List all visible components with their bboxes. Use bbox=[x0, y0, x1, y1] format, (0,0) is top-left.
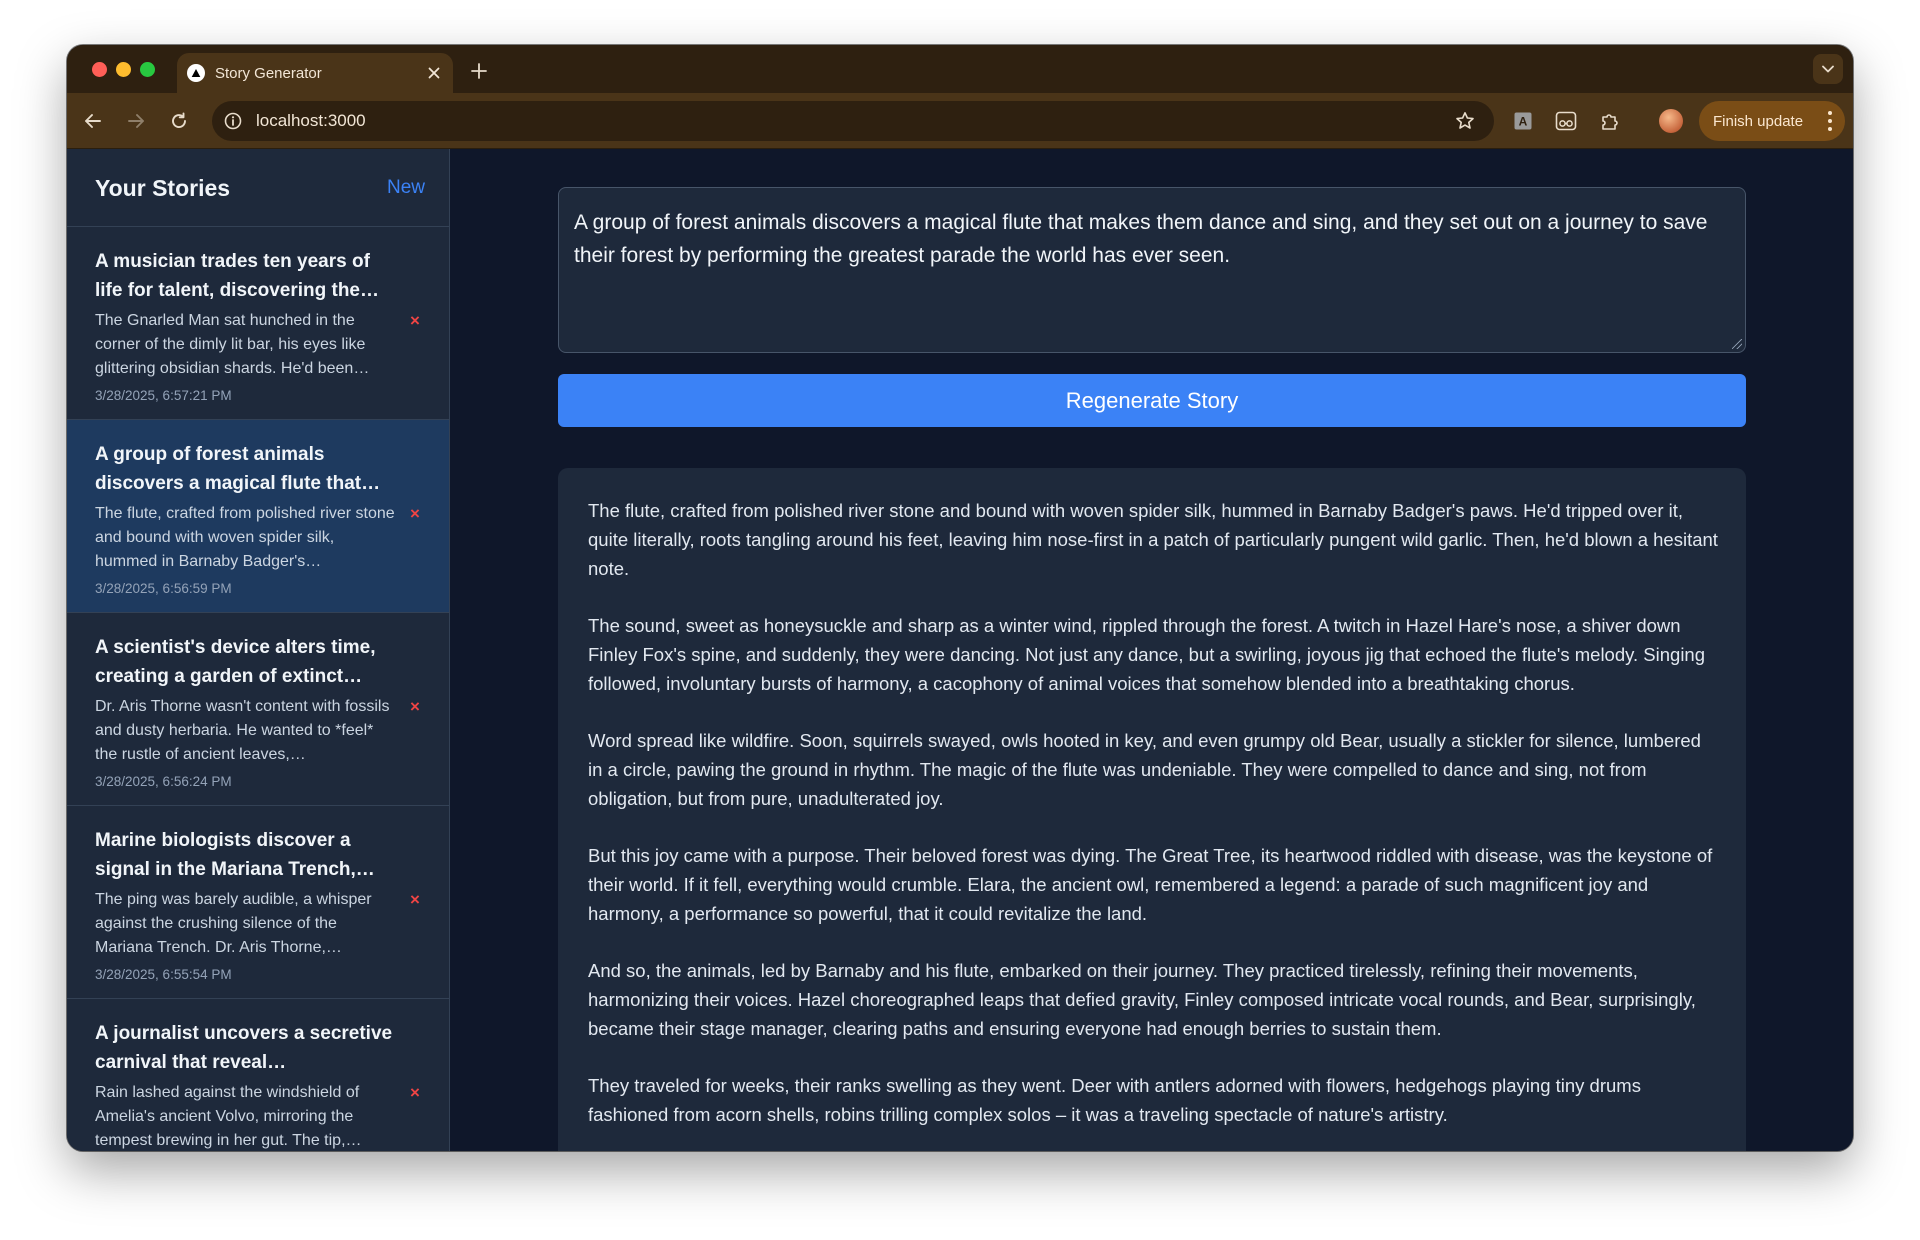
story-list-item[interactable]: A musician trades ten years of life for … bbox=[67, 227, 449, 420]
reload-icon[interactable] bbox=[165, 107, 193, 135]
story-title: A scientist's device alters time, creati… bbox=[95, 637, 376, 687]
sidebar-header: Your Stories New bbox=[67, 149, 449, 227]
tab-title: Story Generator bbox=[215, 64, 322, 82]
minimize-window-button[interactable] bbox=[116, 62, 131, 77]
star-icon[interactable] bbox=[1450, 106, 1480, 136]
new-story-button[interactable]: New bbox=[387, 177, 425, 199]
close-window-button[interactable] bbox=[92, 62, 107, 77]
app-content: Your Stories New A musician trades ten y… bbox=[67, 149, 1853, 1151]
title-bar: Story Generator bbox=[67, 45, 1853, 93]
story-excerpt: The ping was barely audible, a whisper a… bbox=[95, 891, 372, 956]
url-text[interactable]: localhost:3000 bbox=[256, 111, 1450, 131]
info-icon[interactable] bbox=[222, 110, 244, 132]
story-excerpt: Rain lashed against the windshield of Am… bbox=[95, 1084, 362, 1149]
story-paragraph: And so, the animals, led by Barnaby and … bbox=[588, 960, 1696, 1039]
main-panel: A group of forest animals discovers a ma… bbox=[451, 149, 1853, 1151]
delete-story-icon[interactable]: × bbox=[405, 504, 425, 524]
story-paragraph: Word spread like wildfire. Soon, squirre… bbox=[588, 730, 1701, 809]
story-title: A journalist uncovers a secretive carniv… bbox=[95, 1023, 393, 1073]
delete-story-icon[interactable]: × bbox=[405, 890, 425, 910]
story-date: 3/28/2025, 6:56:59 PM bbox=[95, 581, 232, 596]
profile-avatar[interactable] bbox=[1659, 109, 1683, 133]
prompt-textarea[interactable]: A group of forest animals discovers a ma… bbox=[558, 187, 1746, 353]
story-date: 3/28/2025, 6:56:24 PM bbox=[95, 774, 232, 789]
prompt-text: A group of forest animals discovers a ma… bbox=[574, 211, 1708, 267]
reader-icon[interactable] bbox=[1552, 107, 1580, 135]
finish-update-button[interactable]: Finish update bbox=[1699, 101, 1845, 141]
story-paragraph: The flute, crafted from polished river s… bbox=[588, 500, 1718, 579]
story-date: 3/28/2025, 6:55:54 PM bbox=[95, 967, 232, 982]
maximize-window-button[interactable] bbox=[140, 62, 155, 77]
story-paragraph: The sound, sweet as honeysuckle and shar… bbox=[588, 615, 1706, 694]
puzzle-icon[interactable] bbox=[1596, 107, 1624, 135]
more-vertical-icon bbox=[1827, 111, 1833, 131]
delete-story-icon[interactable]: × bbox=[405, 311, 425, 331]
new-tab-button[interactable] bbox=[465, 57, 493, 85]
browser-toolbar: localhost:3000 A Finish update bbox=[67, 93, 1853, 149]
triangle-icon bbox=[187, 64, 205, 82]
story-date: 3/28/2025, 6:57:21 PM bbox=[95, 388, 232, 403]
story-excerpt: Dr. Aris Thorne wasn't content with foss… bbox=[95, 698, 390, 763]
story-title: A musician trades ten years of life for … bbox=[95, 251, 379, 301]
translate-icon[interactable]: A bbox=[1509, 107, 1537, 135]
sidebar-title: Your Stories bbox=[95, 175, 231, 201]
regenerate-story-button[interactable]: Regenerate Story bbox=[558, 374, 1746, 427]
story-list-item[interactable]: A scientist's device alters time, creati… bbox=[67, 613, 449, 806]
arrow-left-icon[interactable] bbox=[79, 107, 107, 135]
story-excerpt: The Gnarled Man sat hunched in the corne… bbox=[95, 312, 370, 377]
delete-story-icon[interactable]: × bbox=[405, 697, 425, 717]
story-paragraph: But this joy came with a purpose. Their … bbox=[588, 845, 1713, 924]
browser-window: Story Generator localhost:3000 A Finish … bbox=[67, 45, 1853, 1151]
finish-update-label: Finish update bbox=[1713, 112, 1804, 130]
resize-handle[interactable] bbox=[1732, 339, 1742, 349]
story-title: Marine biologists discover a signal in t… bbox=[95, 830, 375, 880]
stories-sidebar: Your Stories New A musician trades ten y… bbox=[67, 149, 450, 1151]
browser-tab[interactable]: Story Generator bbox=[177, 53, 453, 93]
story-title: A group of forest animals discovers a ma… bbox=[95, 444, 381, 494]
story-excerpt: The flute, crafted from polished river s… bbox=[95, 505, 395, 570]
story-output: The flute, crafted from polished river s… bbox=[558, 468, 1746, 1151]
story-list-item[interactable]: A journalist uncovers a secretive carniv… bbox=[67, 999, 449, 1151]
address-bar[interactable]: localhost:3000 bbox=[212, 101, 1494, 141]
svg-text:A: A bbox=[1519, 115, 1528, 129]
story-list-item-active[interactable]: A group of forest animals discovers a ma… bbox=[67, 420, 449, 613]
tab-close-icon[interactable] bbox=[423, 62, 445, 84]
story-list-item[interactable]: Marine biologists discover a signal in t… bbox=[67, 806, 449, 999]
delete-story-icon[interactable]: × bbox=[405, 1083, 425, 1103]
chevron-down-icon[interactable] bbox=[1813, 54, 1843, 84]
story-paragraph: They traveled for weeks, their ranks swe… bbox=[588, 1075, 1641, 1125]
arrow-right-icon[interactable] bbox=[122, 107, 150, 135]
